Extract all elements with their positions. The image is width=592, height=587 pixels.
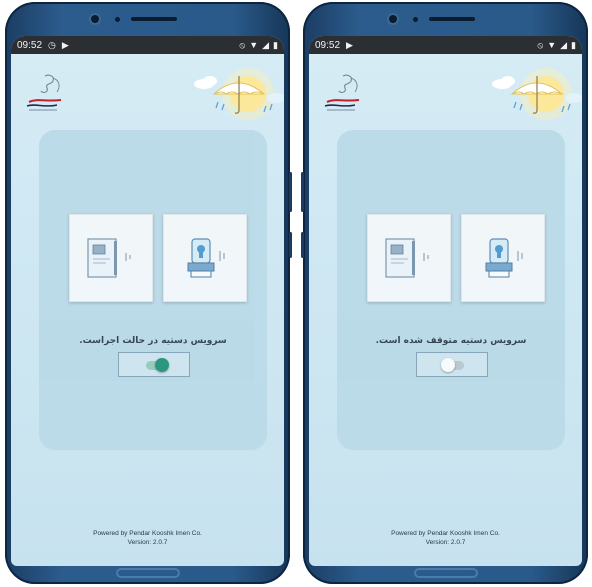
screen-right: 09:52 ▶ ⦸ ▼ ◢ ▮ سرویس دستیه متوقف شده اس… [309,36,582,566]
front-camera-icon [389,15,397,23]
mute-icon: ⦸ [239,39,246,50]
speaker-grille [429,17,475,21]
sensor-icon [413,17,418,22]
mute-icon: ⦸ [537,39,544,50]
phone-frame-right: 09:52 ▶ ⦸ ▼ ◢ ▮ سرویس دستیه متوقف شده اس… [301,2,588,584]
usb-token-tile[interactable] [461,214,545,302]
service-status-text: سرویس دستیه متوقف شده است. [375,336,527,346]
usb-token-icon [187,238,225,278]
front-camera-icon [91,15,99,23]
status-time: 09:52 [315,39,341,51]
card-reader-icon [87,238,131,278]
battery-icon: ▮ [273,39,278,50]
app-logo [26,74,62,111]
battery-icon: ▮ [571,39,576,50]
card-reader-icon [385,238,429,278]
card-reader-tile[interactable] [367,214,451,302]
top-bezel [5,2,290,38]
service-status-text: سرویس دستیه در حالت اجراست. [79,336,227,346]
screen-left: 09:52 ◷ ▶ ⦸ ▼ ◢ ▮ سرویس دستیه در حالت اج… [11,36,284,566]
power-button [289,232,292,258]
top-bezel [303,2,588,38]
powered-by-text: Powered by Pendar Kooshk Imen Co. [391,530,500,537]
version-text: Version: 2.0.7 [425,539,466,546]
home-button[interactable] [414,568,478,578]
volume-button [301,172,304,212]
wifi-icon: ▼ [249,39,259,50]
speaker-grille [131,17,177,21]
usb-token-tile[interactable] [163,214,247,302]
volume-button [289,172,292,212]
play-icon: ▶ [346,39,353,50]
version-text: Version: 2.0.7 [127,539,168,546]
service-toggle-track[interactable] [146,358,169,372]
weather-illustration [194,68,284,120]
card-reader-tile[interactable] [69,214,153,302]
service-card: سرویس دستیه متوقف شده است. [337,130,565,450]
clock-icon: ◷ [48,39,56,50]
footer: Powered by Pendar Kooshk Imen Co. Versio… [309,529,582,547]
service-toggle-box[interactable] [416,352,488,377]
weather-illustration [492,68,582,120]
service-toggle-thumb[interactable] [155,358,169,372]
status-time: 09:52 [17,39,43,51]
status-bar: 09:52 ▶ ⦸ ▼ ◢ ▮ [309,36,582,54]
service-toggle-box[interactable] [118,352,190,377]
app-logo [324,74,360,111]
play-icon: ▶ [61,39,69,50]
footer: Powered by Pendar Kooshk Imen Co. Versio… [11,529,284,547]
status-bar: 09:52 ◷ ▶ ⦸ ▼ ◢ ▮ [11,36,284,54]
service-toggle-thumb[interactable] [441,358,455,372]
home-button[interactable] [116,568,180,578]
usb-token-icon [485,238,523,278]
signal-icon: ◢ [262,39,270,50]
signal-icon: ◢ [560,39,568,50]
powered-by-text: Powered by Pendar Kooshk Imen Co. [93,530,202,537]
service-toggle-track[interactable] [441,358,464,372]
sensor-icon [115,17,120,22]
wifi-icon: ▼ [547,39,557,50]
service-card: سرویس دستیه در حالت اجراست. [39,130,267,450]
power-button [301,232,304,258]
phone-frame-left: 09:52 ◷ ▶ ⦸ ▼ ◢ ▮ سرویس دستیه در حالت اج… [5,2,292,584]
